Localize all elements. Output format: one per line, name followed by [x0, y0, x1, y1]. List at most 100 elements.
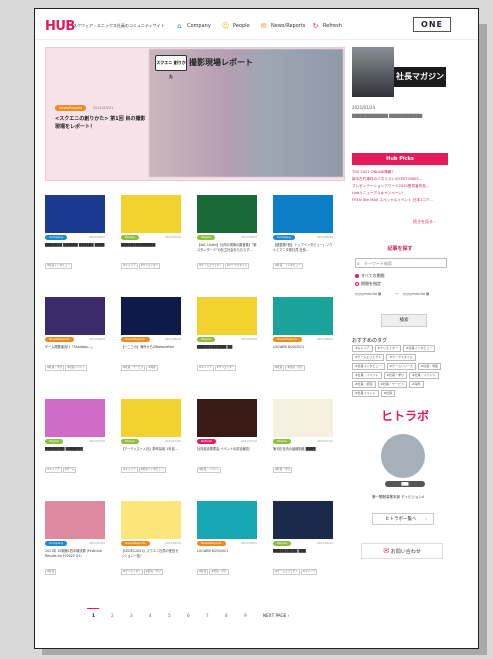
recommended-tag[interactable]: #社員・イベント: [352, 372, 382, 379]
page-number[interactable]: 7: [206, 613, 209, 618]
page-number[interactable]: 6: [187, 613, 190, 618]
recommended-tag[interactable]: #社員・サービス: [377, 381, 408, 388]
article-tag[interactable]: #社員: [197, 569, 209, 575]
next-page-link[interactable]: NEXT PAGE ›: [263, 613, 289, 618]
article-card[interactable]: People 2021/07/10 第1回 社内の組織制度 ████ #社員・学…: [273, 399, 333, 504]
article-tag[interactable]: #社員イベント: [65, 365, 87, 371]
article-tag[interactable]: #社員: [273, 365, 285, 371]
recommended-tag[interactable]: #クリエイター: [374, 345, 401, 352]
recommended-tag[interactable]: #社員・イベント: [409, 372, 439, 379]
picks-item[interactable]: プレゼンテーションアワード2020受賞者作品…: [352, 183, 448, 190]
article-tag[interactable]: #ワークスタイル: [224, 263, 250, 269]
recommended-tag[interactable]: #社員・調査: [352, 381, 376, 388]
date-from-input[interactable]: yyyy/mm/dd ▦: [355, 292, 381, 296]
article-tag[interactable]: #社員インタビュー: [138, 467, 166, 473]
president-photo[interactable]: [352, 47, 394, 97]
hitolabo-logo[interactable]: ヒトラボ: [381, 407, 429, 424]
nav-people[interactable]: ☺ People: [221, 20, 250, 32]
article-tag[interactable]: #キャリア: [121, 263, 138, 269]
search-button[interactable]: 検索: [381, 314, 427, 327]
picks-item[interactable]: FFXIV 8th MAX スペシャルイベント 日本1コア…: [352, 197, 448, 204]
hitolabo-avatar[interactable]: [381, 434, 425, 478]
page-number[interactable]: 8: [225, 613, 228, 618]
article-tag[interactable]: #社員・イベント: [197, 467, 222, 473]
article-card[interactable]: People 2021/07/30 ████████ ███████ #キャリア…: [45, 399, 105, 504]
sidebar-text[interactable]: █████████████ ████████████: [352, 113, 448, 119]
article-tag[interactable]: #社員・サービス: [121, 365, 146, 371]
article-card[interactable]: People 2021/09/05 【VoC Listen】社内の現場の雑音集】…: [197, 195, 257, 300]
article-title: LOCWEB 8/20/2021: [273, 345, 305, 349]
article-tag[interactable]: #キャリア: [121, 467, 138, 473]
hitolabo-list-button[interactable]: ヒトラボ一覧へ ›: [372, 513, 434, 525]
keyword-search-input[interactable]: ⌕ キーワード検索: [355, 258, 447, 268]
nav-company[interactable]: ⌂ Company: [175, 20, 211, 32]
hero-text[interactable]: <スクエニの創りかた> 第1回 目の撮影現場をレポート！: [55, 115, 147, 131]
page-number[interactable]: 2: [111, 613, 114, 618]
article-tag[interactable]: #社員・学び: [285, 365, 305, 371]
hitolabo-name: ███: [385, 481, 425, 487]
picks-item[interactable]: TGS 2021 ONLINE情報！: [352, 169, 448, 176]
article-tags: #キャリア #クリエイター: [197, 365, 257, 371]
article-card[interactable]: News/Reports 2021/06/30 【CEDEC2021】スクエニ社…: [121, 501, 181, 606]
article-tag[interactable]: #キャリア: [300, 569, 318, 575]
nav-news-reports[interactable]: ✉ News/Reports: [259, 20, 306, 32]
recommended-tag[interactable]: #社員イベント: [352, 390, 379, 397]
article-tag[interactable]: #クリエイター: [138, 263, 161, 269]
article-card[interactable]: People 2021/09/10 ██████████████ #キャリア #ク…: [121, 195, 181, 300]
article-card[interactable]: News/Reports 2021/06/25 LOCWEB 6/25/2021…: [197, 501, 257, 606]
article-tag[interactable]: #社員・学び: [143, 569, 163, 575]
article-tag[interactable]: #ゲーム: [62, 467, 77, 473]
article-card[interactable]: People 2021/06/15 ██████████ ███ #ゲームエフェ…: [273, 501, 333, 606]
article-tag[interactable]: #社員インタビュー: [45, 263, 72, 269]
recommended-tag[interactable]: #ゲームエフェクト: [352, 354, 385, 361]
article-tag[interactable]: #クリエイター: [214, 365, 237, 371]
article-tag[interactable]: #社員・学び: [45, 365, 65, 371]
article-card[interactable]: People 2021/07/26 【アーティスト入社】新卒採用 1年目… #キ…: [121, 399, 181, 504]
picks-item[interactable]: Hubリニューアルキャンペーン！: [352, 190, 448, 197]
article-tag[interactable]: #社員・学び: [209, 569, 229, 575]
article-card[interactable]: News/Reports 2021/08/05 LOCWEB 8/20/2021…: [273, 297, 333, 402]
article-card[interactable]: Company 2021/09/05 ███████ ██████ ██████…: [45, 195, 105, 300]
page-number[interactable]: 3: [130, 613, 133, 618]
article-tag[interactable]: #キャリア: [45, 467, 62, 473]
article-thumbnail: [273, 399, 333, 437]
hub-logo[interactable]: HUB: [45, 19, 75, 34]
article-tag[interactable]: #クリエイター: [121, 569, 143, 575]
nav-refresh[interactable]: ↻ Refresh: [311, 20, 342, 32]
article-card[interactable]: Company 2021/07/05 2021年 10期第1四半期決算 (Fin…: [45, 501, 105, 606]
page-number[interactable]: 1: [92, 613, 95, 618]
recommended-tag[interactable]: #社員・特集: [417, 363, 442, 370]
article-tag[interactable]: #海外: [146, 365, 158, 371]
article-card[interactable]: People 2021/08/10 ████████████ ██ #キャリア #…: [197, 297, 257, 402]
article-card[interactable]: News/Reports 2021/08/20 ゲーム開発者向け「Shadows…: [45, 297, 105, 402]
contact-button[interactable]: ✉ お問い合わせ: [361, 543, 443, 559]
article-tag[interactable]: #社員・学び: [273, 467, 293, 473]
article-tag[interactable]: #キャリア: [197, 365, 214, 371]
one-button[interactable]: ONE: [413, 17, 451, 32]
page-number[interactable]: 5: [168, 613, 171, 618]
article-tag[interactable]: #ゲームエフェクト: [197, 263, 224, 269]
radio-specify-period[interactable]: 期間を指定: [355, 281, 381, 287]
recommended-tag[interactable]: #社員インタビュー: [352, 363, 385, 370]
article-tags: #キャリア #クリエイター: [121, 263, 181, 269]
date-to-input[interactable]: yyyy/mm/dd ▦: [403, 292, 429, 296]
page-number[interactable]: 9: [244, 613, 247, 618]
article-card[interactable]: News/Reports 2021/08/18 【一二三の】海外からのNewsL…: [121, 297, 181, 402]
recommended-tag[interactable]: #海外: [409, 381, 424, 388]
picks-item[interactable]: 新中古竹事件のパネリストのTESTORIES…: [352, 176, 448, 183]
article-card[interactable]: Company 2021/08/26 【連載第7回】トップインタビュー」ソウルと…: [273, 195, 333, 300]
article-tag[interactable]: #社員: [45, 569, 57, 575]
recommended-tag[interactable]: #キャリア: [352, 345, 373, 352]
recommended-tag[interactable]: #ワークスタイル: [386, 354, 416, 361]
recommended-tag[interactable]: #社員インタビュー: [402, 345, 436, 352]
recommended-tag[interactable]: #社員・学び: [383, 372, 408, 379]
recommended-tag[interactable]: #ゲームリリース: [386, 363, 416, 370]
article-tag[interactable]: #ゲームエフェクト: [273, 569, 300, 575]
radio-all-period[interactable]: すべての期間: [355, 273, 385, 279]
article-tag[interactable]: #社員・インタビュー: [273, 263, 303, 269]
page-number[interactable]: 4: [149, 613, 152, 618]
picks-more-link[interactable]: 続きを見る ›: [413, 219, 436, 225]
recommended-tag[interactable]: #社員: [380, 390, 396, 397]
article-card[interactable]: Refresh 2021/07/20 社内部活発表会 イベントの試合報告！ #社…: [197, 399, 257, 504]
contact-label: お問い合わせ: [390, 549, 421, 555]
